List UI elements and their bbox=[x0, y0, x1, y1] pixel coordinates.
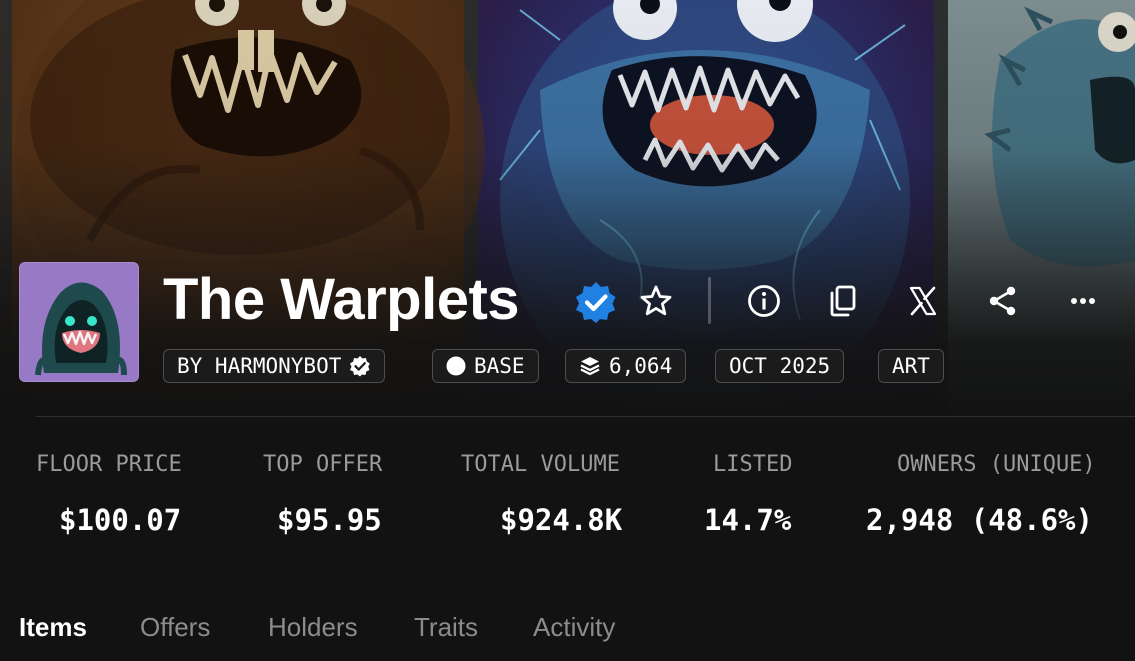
supply-tag-label: 6,064 bbox=[609, 354, 673, 378]
header-divider bbox=[708, 277, 711, 324]
tab-traits[interactable]: Traits bbox=[414, 612, 478, 643]
collection-avatar bbox=[19, 262, 139, 382]
creator-tag[interactable]: BY HARMONYBOT bbox=[163, 349, 386, 383]
share-icon bbox=[989, 286, 1016, 316]
share-button[interactable] bbox=[982, 280, 1024, 322]
category-tag[interactable]: ART bbox=[878, 349, 944, 383]
copy-icon bbox=[830, 285, 856, 317]
date-tag-label: OCT 2025 bbox=[729, 354, 831, 378]
chain-tag-label: BASE bbox=[474, 354, 525, 378]
copy-button[interactable] bbox=[822, 280, 864, 322]
verified-badge-icon bbox=[574, 280, 618, 324]
layers-stack-icon bbox=[579, 355, 601, 377]
owners-value: 2,948 (48.6%) bbox=[866, 503, 1093, 537]
owners-label: OWNERS (UNIQUE) bbox=[897, 452, 1096, 477]
x-logo-icon bbox=[909, 286, 937, 316]
tab-offers[interactable]: Offers bbox=[140, 612, 210, 643]
tab-holders[interactable]: Holders bbox=[268, 612, 358, 643]
tab-activity[interactable]: Activity bbox=[533, 612, 615, 643]
supply-tag[interactable]: 6,064 bbox=[565, 349, 687, 383]
listed-label: LISTED bbox=[713, 452, 793, 477]
base-chain-icon bbox=[446, 356, 466, 376]
total-volume-label: TOTAL VOLUME bbox=[461, 452, 620, 477]
top-offer-value: $95.95 bbox=[277, 503, 382, 537]
listed-value: 14.7% bbox=[704, 503, 792, 537]
category-tag-label: ART bbox=[892, 354, 930, 378]
hooded-monster-avatar-image bbox=[20, 263, 138, 381]
collection-title: The Warplets bbox=[163, 267, 520, 332]
section-divider bbox=[36, 416, 1135, 417]
x-share-button[interactable] bbox=[902, 280, 944, 322]
floor-price-value: $100.07 bbox=[59, 503, 182, 537]
favorite-star-icon[interactable] bbox=[638, 283, 674, 319]
top-offer-label: TOP OFFER bbox=[263, 452, 383, 477]
creator-tag-label: BY HARMONYBOT bbox=[177, 354, 342, 378]
info-button[interactable] bbox=[743, 280, 785, 322]
creator-verified-icon bbox=[349, 355, 371, 377]
chain-tag[interactable]: BASE bbox=[432, 349, 539, 383]
floor-price-label: FLOOR PRICE bbox=[36, 452, 182, 477]
more-dots-icon bbox=[1071, 298, 1095, 304]
more-options-button[interactable] bbox=[1062, 280, 1104, 322]
total-volume-value: $924.8K bbox=[500, 503, 623, 537]
info-icon bbox=[748, 285, 780, 317]
tab-items[interactable]: Items bbox=[19, 612, 87, 643]
date-tag: OCT 2025 bbox=[715, 349, 845, 383]
